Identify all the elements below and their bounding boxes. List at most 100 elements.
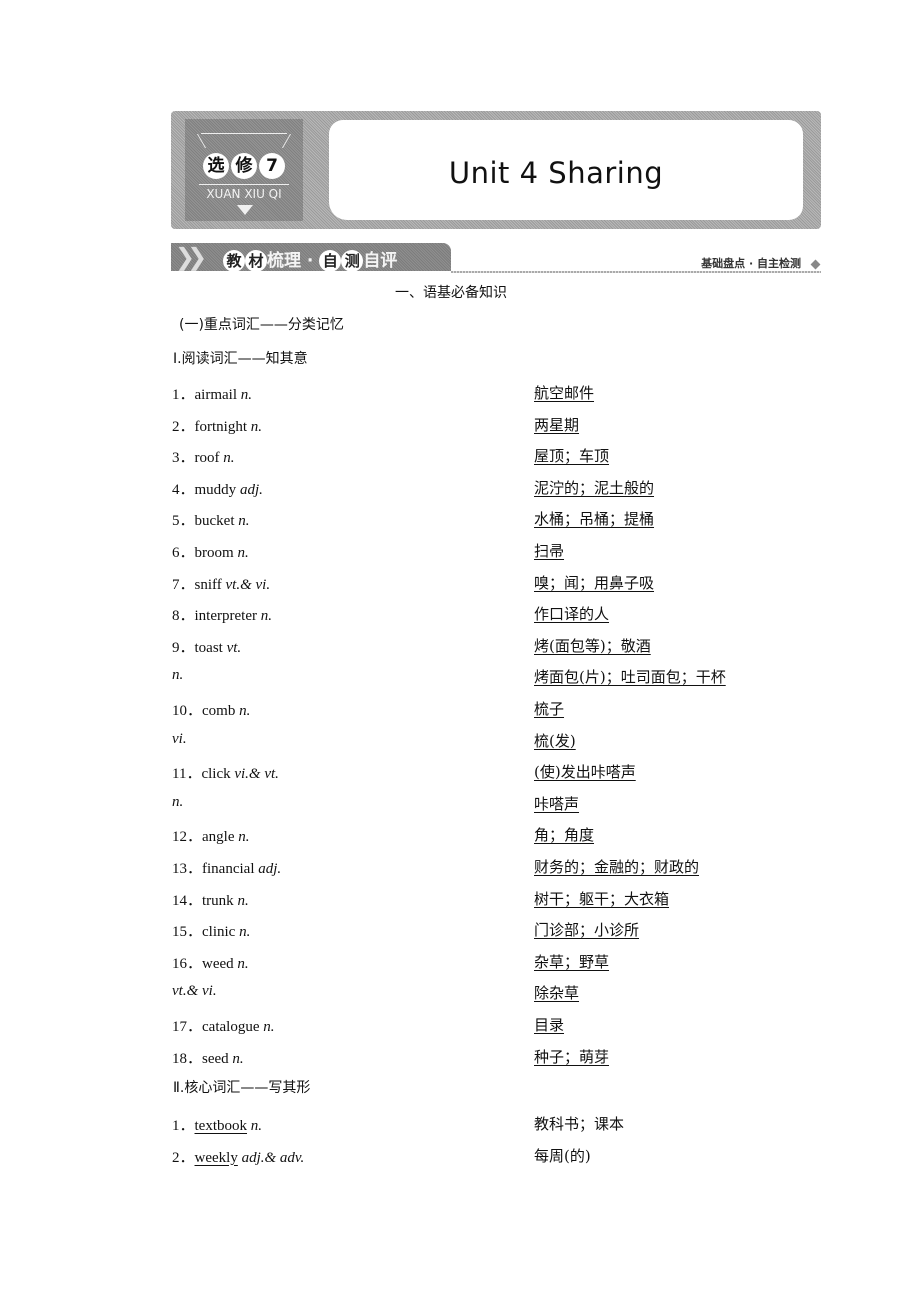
part-of-speech: n.	[172, 793, 184, 810]
vocab-meaning: 两星期	[534, 415, 580, 434]
part-of-speech: n.	[172, 667, 184, 684]
vocab-word: roof	[194, 450, 220, 467]
section-right-label: 基础盘点 · 自主检测	[701, 257, 801, 270]
part-of-speech: n.	[238, 513, 250, 530]
vocab-word: textbook	[194, 1118, 248, 1134]
vocab-row: 18．seed n.	[172, 1047, 244, 1068]
vocab-word: muddy	[194, 481, 237, 498]
vocab-word: toast	[194, 639, 223, 656]
badge-char: 7	[259, 153, 285, 179]
vocab-row: vt.& vi.	[172, 983, 217, 1000]
item-number: 10．	[172, 703, 203, 719]
vocab-meaning: 烤面包(片)；吐司面包；干杯	[534, 668, 726, 687]
vocab-meaning: 树干；躯干；大衣箱	[534, 889, 670, 908]
vocab-row: 11．click vi.& vt.	[172, 762, 279, 783]
badge-pinyin: XUAN XIU QI	[206, 187, 282, 201]
elective-badge: 选修7 XUAN XIU QI	[185, 119, 303, 221]
item-number: 16．	[172, 955, 203, 972]
badge-arrow-line	[199, 184, 289, 185]
vocab-row: 10．comb n.	[172, 699, 250, 720]
part-of-speech: n.	[239, 924, 251, 941]
part-of-speech: adj.	[239, 481, 263, 498]
vocab-row: n.	[172, 667, 183, 684]
vocab-word: click	[201, 766, 231, 783]
item-number: 1．	[172, 1118, 195, 1134]
item-number: 13．	[172, 861, 203, 877]
part-of-speech: n.	[232, 1050, 244, 1067]
part-of-speech: n.	[237, 545, 249, 561]
vocab-row: 2．weekly adj.& adv.	[172, 1146, 304, 1167]
vocab-meaning: 航空邮件	[534, 384, 595, 402]
section-tab-label: 教材梳理 · 自测自评	[223, 246, 397, 272]
item-number: 11．	[172, 766, 202, 783]
item-number: 1．	[172, 387, 195, 403]
tab-text: 梳理	[267, 251, 301, 271]
vocab-meaning: 目录	[534, 1016, 565, 1034]
tab-separator: ·	[306, 251, 314, 271]
item-number: 5．	[172, 513, 195, 530]
vocab-meaning: 教科书；课本	[534, 1115, 625, 1133]
vocab-row: 8．interpreter n.	[172, 604, 272, 625]
diamond-icon	[810, 259, 821, 270]
dotted-rule	[451, 271, 821, 273]
vocab-row: 16．weed n.	[172, 952, 249, 973]
item-number: 8．	[172, 608, 195, 625]
vocab-row: 3．roof n.	[172, 446, 235, 467]
sub-heading: (一)重点词汇——分类记忆	[179, 317, 344, 333]
vocab-meaning: 泥泞的；泥土般的	[534, 478, 655, 497]
vocab-row: 1．textbook n.	[172, 1114, 262, 1135]
vocab-row: 4．muddy adj.	[172, 478, 263, 499]
part1-heading: Ⅰ.阅读词汇——知其意	[173, 351, 308, 367]
vocab-meaning: 咔嗒声	[534, 794, 580, 813]
badge-char: 选	[203, 153, 229, 179]
vocab-row: 12．angle n.	[172, 825, 250, 846]
vocab-row: n.	[172, 794, 183, 811]
part-of-speech: vi.	[172, 730, 187, 747]
vocab-row: 1．airmail n.	[172, 383, 252, 404]
item-number: 14．	[172, 892, 203, 909]
section-tab: ❯❯ 教材梳理 · 自测自评	[171, 243, 451, 272]
vocab-meaning: 烤(面包等)；敬酒	[534, 636, 651, 655]
part2-heading: Ⅱ.核心词汇——写其形	[173, 1080, 311, 1096]
part-of-speech: n.	[239, 703, 251, 719]
vocab-word: broom	[194, 545, 234, 561]
vocab-meaning: 水桶；吊桶；提桶	[534, 510, 655, 529]
vocab-meaning: 梳(发)	[534, 731, 576, 750]
vocab-row: 6．broom n.	[172, 541, 249, 562]
item-number: 17．	[172, 1019, 203, 1035]
item-number: 15．	[172, 924, 203, 941]
item-number: 18．	[172, 1050, 203, 1067]
vocab-row: 15．clinic n.	[172, 920, 250, 941]
vocab-meaning: 杂草；野草	[534, 952, 610, 971]
part-of-speech: adj.& adv.	[241, 1149, 305, 1166]
title-box: Unit 4 Sharing	[329, 120, 803, 220]
section-header-bar: ❯❯ 教材梳理 · 自测自评 基础盘点 · 自主检测	[171, 243, 821, 273]
part-of-speech: vt.& vi.	[172, 983, 217, 1000]
item-number: 6．	[172, 545, 195, 561]
vocab-meaning: 嗅；闻；用鼻子吸	[534, 573, 655, 592]
vocab-word: trunk	[202, 892, 234, 909]
vocab-meaning: 屋顶；车顶	[534, 447, 610, 466]
part-of-speech: n.	[250, 418, 263, 435]
vocab-word: interpreter	[194, 608, 257, 625]
part-of-speech: n.	[223, 450, 235, 467]
vocab-word: weed	[202, 955, 234, 972]
vocab-row: 7．sniff vt.& vi.	[172, 573, 270, 594]
circled-char: 教	[223, 250, 245, 272]
vocab-row: vi.	[172, 731, 187, 748]
part-of-speech: n.	[237, 892, 249, 909]
item-number: 9．	[172, 639, 195, 656]
part-of-speech: n.	[237, 955, 249, 972]
item-number: 7．	[172, 576, 195, 593]
double-chevron-icon: ❯❯	[175, 243, 207, 271]
vocab-meaning: (使)发出咔嗒声	[534, 763, 636, 782]
circled-char: 测	[341, 250, 364, 272]
circled-char: 材	[245, 250, 267, 272]
vocab-meaning: 每周(的)	[534, 1146, 591, 1165]
part-of-speech: n.	[260, 608, 272, 625]
item-number: 4．	[172, 481, 195, 498]
vocab-word: financial	[202, 861, 255, 877]
badge-char: 修	[231, 153, 257, 179]
badge-decoration	[201, 133, 287, 148]
vocab-meaning: 种子；萌芽	[534, 1047, 610, 1066]
